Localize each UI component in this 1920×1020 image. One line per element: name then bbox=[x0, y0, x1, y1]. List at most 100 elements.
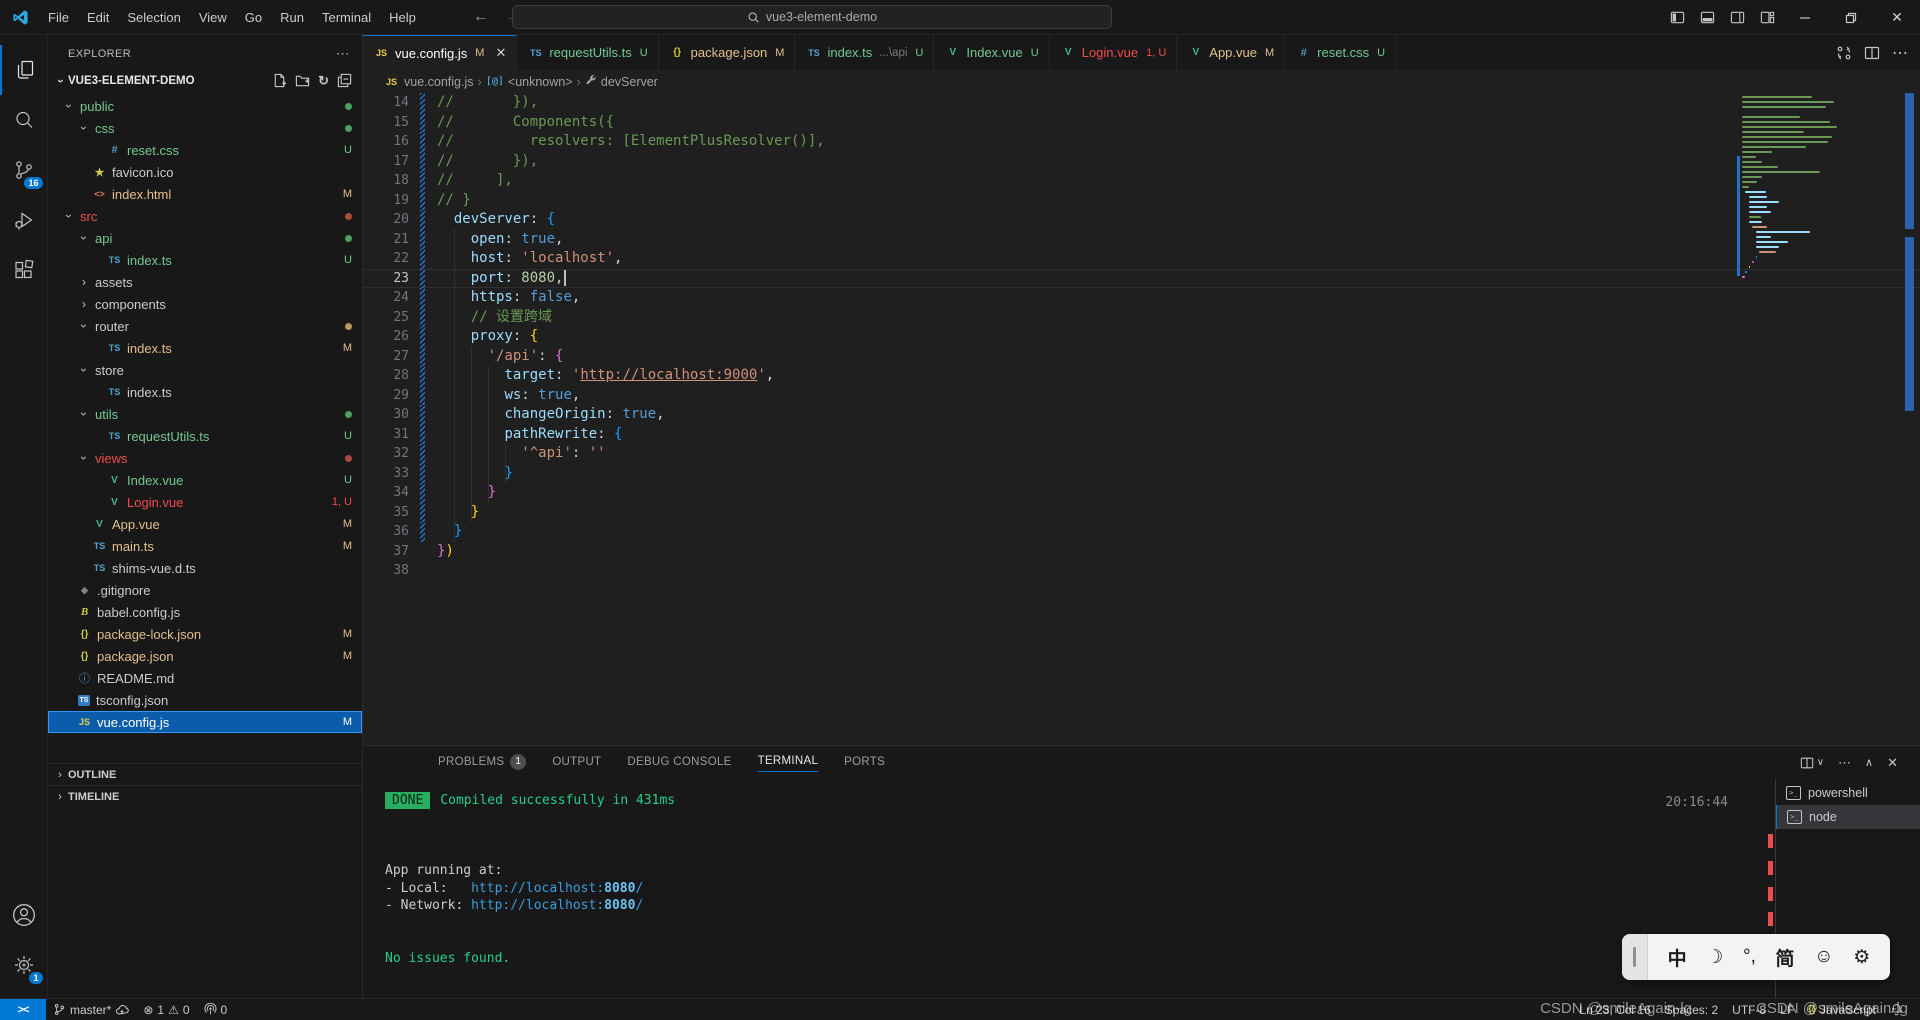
menu-terminal[interactable]: Terminal bbox=[313, 0, 380, 35]
tree-item-index.ts[interactable]: TS index.ts U bbox=[48, 249, 362, 271]
tree-item-router[interactable]: › router bbox=[48, 315, 362, 337]
activity-source-control[interactable]: 16 bbox=[0, 145, 48, 195]
command-center-search[interactable]: vue3-element-demo bbox=[512, 5, 1112, 29]
notifications-bell[interactable] bbox=[1883, 1003, 1910, 1016]
code-line[interactable]: 33 } bbox=[363, 463, 1920, 483]
split-terminal-button[interactable]: ∨ bbox=[1800, 756, 1824, 770]
menu-file[interactable]: File bbox=[39, 0, 78, 35]
menu-run[interactable]: Run bbox=[271, 0, 313, 35]
customize-layout-icon[interactable] bbox=[1752, 10, 1782, 25]
tree-item-views[interactable]: › views bbox=[48, 447, 362, 469]
toggle-sidebar-icon[interactable] bbox=[1662, 10, 1692, 25]
code-line[interactable]: 32 '^api': '' bbox=[363, 444, 1920, 464]
code-line[interactable]: 16 // resolvers: [ElementPlusResolver()], bbox=[363, 132, 1920, 152]
code-line[interactable]: 15 // Components({ bbox=[363, 112, 1920, 132]
code-line[interactable]: 20 devServer: { bbox=[363, 210, 1920, 230]
breadcrumb-item-devServer[interactable]: devServer bbox=[585, 74, 658, 89]
toggle-secondary-sidebar-icon[interactable] bbox=[1722, 10, 1752, 25]
code-line[interactable]: 22 host: 'localhost', bbox=[363, 249, 1920, 269]
workspace-section-header[interactable]: › VUE3-ELEMENT-DEMO ↻ bbox=[48, 70, 362, 92]
close-panel-icon[interactable]: ✕ bbox=[1887, 755, 1898, 771]
breadcrumb-item-vue.config.js[interactable]: JS vue.config.js bbox=[383, 75, 474, 89]
code-line[interactable]: 18 // ], bbox=[363, 171, 1920, 191]
tab-Login.vue[interactable]: V Login.vue 1, U bbox=[1049, 35, 1178, 70]
code-line[interactable]: 24 https: false, bbox=[363, 288, 1920, 308]
sidebar-section-outline[interactable]: › OUTLINE bbox=[48, 763, 362, 785]
tree-item-utils[interactable]: › utils bbox=[48, 403, 362, 425]
panel-tab-output[interactable]: OUTPUT bbox=[552, 754, 601, 772]
encoding[interactable]: UTF-8 bbox=[1725, 1003, 1773, 1017]
menu-help[interactable]: Help bbox=[380, 0, 425, 35]
account-button[interactable] bbox=[0, 890, 48, 940]
git-branch-item[interactable]: master* bbox=[46, 1003, 136, 1017]
tree-item-shims-vue.d.ts[interactable]: TS shims-vue.d.ts bbox=[48, 557, 362, 579]
ime-button-4[interactable]: ☺ bbox=[1814, 946, 1833, 968]
sidebar-section-timeline[interactable]: › TIMELINE bbox=[48, 785, 362, 807]
code-line[interactable]: 23 port: 8080, bbox=[363, 268, 1920, 288]
tree-item-main.ts[interactable]: TS main.ts M bbox=[48, 535, 362, 557]
menu-edit[interactable]: Edit bbox=[78, 0, 118, 35]
tree-item-public[interactable]: › public bbox=[48, 95, 362, 117]
panel-tab-problems[interactable]: PROBLEMS 1 bbox=[438, 753, 527, 772]
close-icon[interactable]: ✕ bbox=[495, 45, 506, 61]
tree-item-components[interactable]: › components bbox=[48, 293, 362, 315]
indentation[interactable]: Spaces: 2 bbox=[1658, 1003, 1725, 1017]
tree-item-.gitignore[interactable]: ◆ .gitignore bbox=[48, 579, 362, 601]
problems-item[interactable]: ⊗ 1 ⚠ 0 bbox=[136, 1003, 196, 1017]
ime-button-2[interactable]: °, bbox=[1743, 946, 1756, 968]
new-file-icon[interactable] bbox=[272, 73, 287, 88]
tab-package.json[interactable]: {} package.json M bbox=[658, 35, 796, 70]
code-line[interactable]: 26 proxy: { bbox=[363, 327, 1920, 347]
tree-item-babel.config.js[interactable]: Bbabel.config.js bbox=[48, 601, 362, 623]
code-line[interactable]: 19 // } bbox=[363, 190, 1920, 210]
minimap[interactable] bbox=[1742, 96, 1892, 286]
open-changes-icon[interactable] bbox=[1836, 45, 1852, 61]
tree-item-assets[interactable]: › assets bbox=[48, 271, 362, 293]
overview-ruler-decoration[interactable] bbox=[1905, 93, 1914, 229]
tree-item-index.ts[interactable]: TS index.ts bbox=[48, 381, 362, 403]
code-line[interactable]: 14 // }), bbox=[363, 93, 1920, 113]
terminal-session-node[interactable]: >_ node bbox=[1776, 805, 1920, 829]
tree-item-package-lock.json[interactable]: {} package-lock.json M bbox=[48, 623, 362, 645]
network-url-link[interactable]: http://localhost:8080/ bbox=[471, 898, 643, 913]
activity-extensions[interactable] bbox=[0, 245, 48, 295]
local-url-link[interactable]: http://localhost:8080/ bbox=[471, 881, 643, 896]
split-editor-icon[interactable] bbox=[1864, 45, 1880, 61]
tree-item-App.vue[interactable]: V App.vue M bbox=[48, 513, 362, 535]
code-line[interactable]: 27 '/api': { bbox=[363, 346, 1920, 366]
tree-item-requestUtils.ts[interactable]: TS requestUtils.ts U bbox=[48, 425, 362, 447]
menu-selection[interactable]: Selection bbox=[118, 0, 189, 35]
terminal-session-powershell[interactable]: >_ powershell bbox=[1776, 781, 1920, 805]
language-mode[interactable]: {} JavaScript bbox=[1801, 1003, 1883, 1017]
new-folder-icon[interactable] bbox=[295, 73, 310, 88]
toggle-panel-icon[interactable] bbox=[1692, 10, 1722, 25]
ime-button-0[interactable]: 中 bbox=[1668, 944, 1687, 971]
panel-more-icon[interactable]: ⋯ bbox=[1838, 755, 1851, 771]
code-line[interactable]: 28 target: 'http://localhost:9000', bbox=[363, 366, 1920, 386]
restore-button[interactable] bbox=[1828, 0, 1874, 35]
tab-App.vue[interactable]: V App.vue M bbox=[1177, 35, 1286, 70]
panel-tab-ports[interactable]: PORTS bbox=[844, 754, 885, 772]
menu-go[interactable]: Go bbox=[236, 0, 271, 35]
tree-item-README.md[interactable]: ⓘ README.md bbox=[48, 667, 362, 689]
tree-item-tsconfig.json[interactable]: TS tsconfig.json bbox=[48, 689, 362, 711]
eol[interactable]: LF bbox=[1773, 1003, 1801, 1017]
back-arrow-icon[interactable]: ← bbox=[473, 8, 489, 26]
tree-item-reset.css[interactable]: # reset.css U bbox=[48, 139, 362, 161]
code-editor[interactable]: 14 // }), 15 // Components({16 // resolvers:… bbox=[363, 93, 1920, 745]
tab-index.ts[interactable]: TS index.ts ...\api U bbox=[795, 35, 935, 70]
tree-item-index.ts[interactable]: TS index.ts M bbox=[48, 337, 362, 359]
tree-item-vue.config.js[interactable]: JS vue.config.js M bbox=[48, 711, 362, 733]
code-line[interactable]: 31 pathRewrite: { bbox=[363, 424, 1920, 444]
breadcrumb-item-unknown[interactable]: [@] <unknown> bbox=[486, 75, 573, 89]
tab-reset.css[interactable]: # reset.css U bbox=[1285, 35, 1397, 70]
tree-item-store[interactable]: › store bbox=[48, 359, 362, 381]
tree-item-api[interactable]: › api bbox=[48, 227, 362, 249]
tree-item-Login.vue[interactable]: V Login.vue 1, U bbox=[48, 491, 362, 513]
code-line[interactable]: 38 bbox=[363, 561, 1920, 581]
close-window-button[interactable]: ✕ bbox=[1874, 0, 1920, 35]
tab-Index.vue[interactable]: V Index.vue U bbox=[934, 35, 1050, 70]
code-line[interactable]: 29 ws: true, bbox=[363, 385, 1920, 405]
activity-explorer[interactable] bbox=[0, 45, 48, 95]
code-line[interactable]: 25 // 设置跨域 bbox=[363, 307, 1920, 327]
